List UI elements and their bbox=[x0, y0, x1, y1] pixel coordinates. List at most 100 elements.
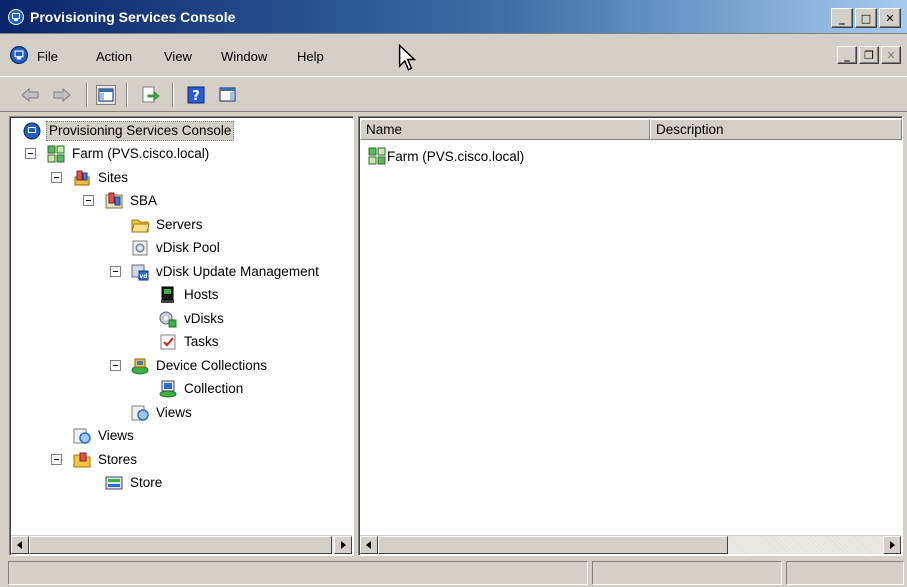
results-list-pane[interactable]: Name Description Farm (PVS.cisco.local) bbox=[358, 116, 903, 556]
tree-item-label: Collection bbox=[184, 381, 244, 396]
help-icon[interactable]: ? bbox=[186, 85, 206, 105]
child-minimize-button[interactable]: _ bbox=[837, 46, 857, 64]
stores-icon bbox=[73, 452, 91, 468]
tree-item-views[interactable]: Views bbox=[72, 425, 136, 447]
mouse-cursor-icon bbox=[398, 44, 416, 71]
menu-help[interactable]: Help bbox=[297, 49, 324, 64]
maximize-button[interactable]: □ bbox=[855, 8, 877, 28]
list-item-name: Farm (PVS.cisco.local) bbox=[387, 148, 525, 164]
arrow-right-icon bbox=[341, 541, 346, 549]
tree-item-label: Servers bbox=[156, 217, 203, 232]
collapse-toggle[interactable] bbox=[25, 148, 36, 159]
status-panel-tertiary bbox=[786, 561, 904, 585]
arrow-left-icon bbox=[17, 541, 22, 549]
farm-icon bbox=[368, 147, 386, 165]
folder-icon bbox=[131, 219, 150, 233]
tree-item-servers[interactable]: Servers bbox=[130, 214, 205, 236]
tree-item-vdisks[interactable]: vDisks bbox=[158, 308, 226, 330]
tree-item-label: Sites bbox=[98, 170, 129, 185]
show-hide-tree-icon[interactable] bbox=[96, 85, 116, 105]
child-restore-button[interactable]: ❐ bbox=[859, 46, 879, 64]
store-icon bbox=[105, 476, 123, 490]
column-header-description[interactable]: Description bbox=[650, 119, 902, 140]
tree-item-label: Farm (PVS.cisco.local) bbox=[72, 146, 210, 161]
collapse-toggle[interactable] bbox=[51, 454, 62, 465]
show-hide-action-pane-icon[interactable] bbox=[218, 85, 238, 105]
tree-item-vdisk-pool[interactable]: vDisk Pool bbox=[130, 237, 222, 259]
tree-item-label: Stores bbox=[98, 452, 138, 467]
tree-item-tasks[interactable]: Tasks bbox=[158, 331, 221, 353]
tree-item-stores[interactable]: Stores bbox=[72, 449, 139, 471]
tree-item-site-views[interactable]: Views bbox=[130, 402, 194, 424]
tasks-icon bbox=[160, 334, 176, 350]
views-icon bbox=[73, 428, 91, 444]
toolbar-separator bbox=[126, 83, 128, 107]
tree-item-label: Provisioning Services Console bbox=[46, 121, 235, 141]
scroll-thumb[interactable] bbox=[29, 536, 332, 554]
status-panel-secondary bbox=[592, 561, 782, 585]
tree-item-farm[interactable]: Farm (PVS.cisco.local) bbox=[46, 143, 211, 165]
site-icon bbox=[105, 192, 123, 209]
list-item[interactable]: Farm (PVS.cisco.local) bbox=[367, 145, 524, 167]
scroll-right-button[interactable] bbox=[334, 536, 352, 554]
tree-item-label: vDisk Update Management bbox=[156, 264, 319, 279]
menu-action[interactable]: Action bbox=[96, 49, 132, 64]
tree-item-label: Tasks bbox=[184, 334, 219, 349]
tree-horizontal-scrollbar[interactable] bbox=[11, 535, 352, 554]
tree-item-console-root[interactable]: Provisioning Services Console bbox=[22, 120, 235, 142]
collapse-toggle[interactable] bbox=[51, 172, 62, 183]
console-app-icon[interactable] bbox=[8, 9, 24, 28]
child-close-button[interactable]: ✕ bbox=[881, 46, 901, 64]
menu-view[interactable]: View bbox=[164, 49, 192, 64]
menu-bar: File Action View Window Help _ ❐ ✕ bbox=[0, 40, 907, 70]
scroll-left-button[interactable] bbox=[11, 536, 29, 554]
console-tree-pane[interactable]: Provisioning Services Console Farm (PVS.… bbox=[9, 116, 354, 556]
toolbar: ? bbox=[0, 76, 907, 112]
toolbar-separator bbox=[172, 83, 174, 107]
collapse-toggle[interactable] bbox=[110, 360, 121, 371]
sites-icon bbox=[74, 170, 90, 186]
tree-item-label: Hosts bbox=[184, 287, 219, 302]
farm-icon bbox=[47, 145, 65, 163]
export-list-icon[interactable] bbox=[140, 85, 160, 105]
title-bar[interactable]: Provisioning Services Console _ □ ✕ bbox=[0, 0, 907, 34]
close-button[interactable]: ✕ bbox=[879, 8, 901, 28]
tree-item-vdisk-update-management[interactable]: vd vDisk Update Management bbox=[130, 261, 321, 283]
menu-window[interactable]: Window bbox=[221, 49, 267, 64]
scroll-right-button[interactable] bbox=[883, 536, 901, 554]
svg-text:vd: vd bbox=[139, 273, 147, 280]
status-bar bbox=[0, 558, 907, 587]
collapse-toggle[interactable] bbox=[83, 195, 94, 206]
forward-icon[interactable] bbox=[52, 85, 72, 105]
arrow-right-icon bbox=[890, 541, 895, 549]
list-horizontal-scrollbar[interactable] bbox=[360, 535, 901, 554]
tree-item-collection[interactable]: Collection bbox=[158, 378, 245, 400]
scroll-thumb[interactable] bbox=[378, 536, 728, 554]
minimize-button[interactable]: _ bbox=[831, 8, 853, 28]
tree-item-label: Device Collections bbox=[156, 358, 268, 373]
vdisk-pool-icon bbox=[132, 240, 148, 256]
tree-item-label: Views bbox=[156, 405, 192, 420]
back-icon[interactable] bbox=[20, 85, 40, 105]
window-title: Provisioning Services Console bbox=[30, 9, 236, 25]
device-collections-icon bbox=[131, 358, 149, 375]
collapse-toggle[interactable] bbox=[110, 266, 121, 277]
toolbar-separator bbox=[86, 83, 88, 107]
tree-item-store[interactable]: Store bbox=[104, 472, 164, 494]
tree-item-label: Views bbox=[98, 428, 134, 443]
column-header-name[interactable]: Name bbox=[360, 119, 650, 140]
scroll-left-button[interactable] bbox=[360, 536, 378, 554]
views-icon bbox=[131, 405, 149, 421]
status-panel-main bbox=[8, 561, 588, 585]
tree-item-site-sba[interactable]: SBA bbox=[104, 190, 159, 212]
console-root-icon bbox=[23, 122, 41, 140]
hosts-icon bbox=[161, 286, 174, 303]
tree-item-label: vDisk Pool bbox=[156, 240, 220, 255]
svg-text:?: ? bbox=[192, 89, 200, 104]
tree-item-sites[interactable]: Sites bbox=[72, 167, 130, 189]
menu-file[interactable]: File bbox=[37, 49, 58, 64]
mmc-system-menu-icon[interactable] bbox=[10, 46, 28, 67]
tree-item-device-collections[interactable]: Device Collections bbox=[130, 355, 269, 377]
tree-item-label: vDisks bbox=[184, 311, 224, 326]
tree-item-hosts[interactable]: Hosts bbox=[158, 284, 221, 306]
